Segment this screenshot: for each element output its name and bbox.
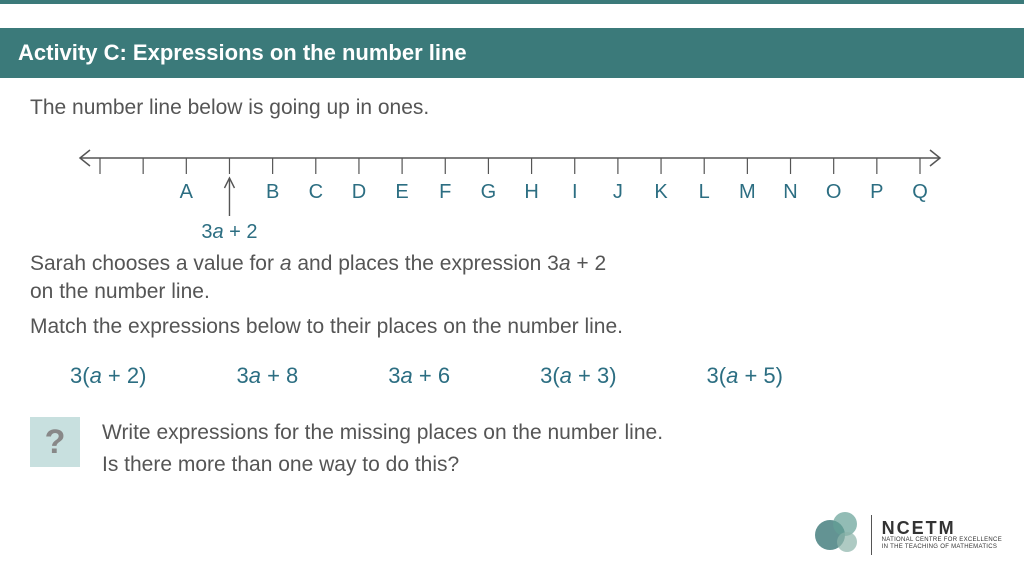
number-line: A B C D E F G H I J K L M N O P Q 3a + 2 bbox=[70, 134, 974, 244]
activity-title-bar: Activity C: Expressions on the number li… bbox=[0, 28, 1024, 78]
paragraph-1: Sarah chooses a value for a and places t… bbox=[30, 250, 994, 307]
tick-label-O: O bbox=[826, 181, 842, 203]
pointer-expression: 3a + 2 bbox=[201, 221, 257, 243]
logo-divider bbox=[871, 515, 872, 555]
activity-title: Activity C: Expressions on the number li… bbox=[18, 40, 467, 65]
tick-label-E: E bbox=[395, 181, 408, 203]
tick-label-J: J bbox=[613, 181, 623, 203]
tick-label-Q: Q bbox=[912, 181, 928, 203]
tick-label-P: P bbox=[870, 181, 883, 203]
paragraph-2: Match the expressions below to their pla… bbox=[30, 313, 994, 341]
logo-mark-icon bbox=[815, 512, 861, 558]
question-mark-icon: ? bbox=[30, 417, 80, 467]
expression-2: 3a + 8 bbox=[236, 363, 298, 389]
tick-label-N: N bbox=[783, 181, 797, 203]
logo-text: NCETM NATIONAL CENTRE FOR EXCELLENCE IN … bbox=[882, 519, 1002, 551]
tick-label-G: G bbox=[481, 181, 497, 203]
accent-top-bar bbox=[0, 0, 1024, 4]
number-line-svg: A B C D E F G H I J K L M N O P Q 3a + 2 bbox=[70, 134, 970, 244]
intro-text: The number line below is going up in one… bbox=[30, 96, 994, 120]
tick-label-C: C bbox=[309, 181, 323, 203]
tick-label-I: I bbox=[572, 181, 578, 203]
question-text: Write expressions for the missing places… bbox=[102, 417, 663, 480]
tick-label-M: M bbox=[739, 181, 756, 203]
tick-label-L: L bbox=[699, 181, 710, 203]
slide-content: The number line below is going up in one… bbox=[0, 78, 1024, 480]
tick-label-A: A bbox=[180, 181, 194, 203]
tick-label-H: H bbox=[524, 181, 538, 203]
expression-4: 3(a + 3) bbox=[540, 363, 616, 389]
expression-5: 3(a + 5) bbox=[707, 363, 783, 389]
expression-3: 3a + 6 bbox=[388, 363, 450, 389]
question-block: ? Write expressions for the missing plac… bbox=[30, 417, 994, 480]
tick-label-F: F bbox=[439, 181, 451, 203]
tick-label-K: K bbox=[654, 181, 668, 203]
expression-1: 3(a + 2) bbox=[70, 363, 146, 389]
tick-label-D: D bbox=[352, 181, 366, 203]
expression-row: 3(a + 2) 3a + 8 3a + 6 3(a + 3) 3(a + 5) bbox=[70, 363, 994, 389]
ncetm-logo: NCETM NATIONAL CENTRE FOR EXCELLENCE IN … bbox=[815, 512, 1002, 558]
tick-label-B: B bbox=[266, 181, 279, 203]
